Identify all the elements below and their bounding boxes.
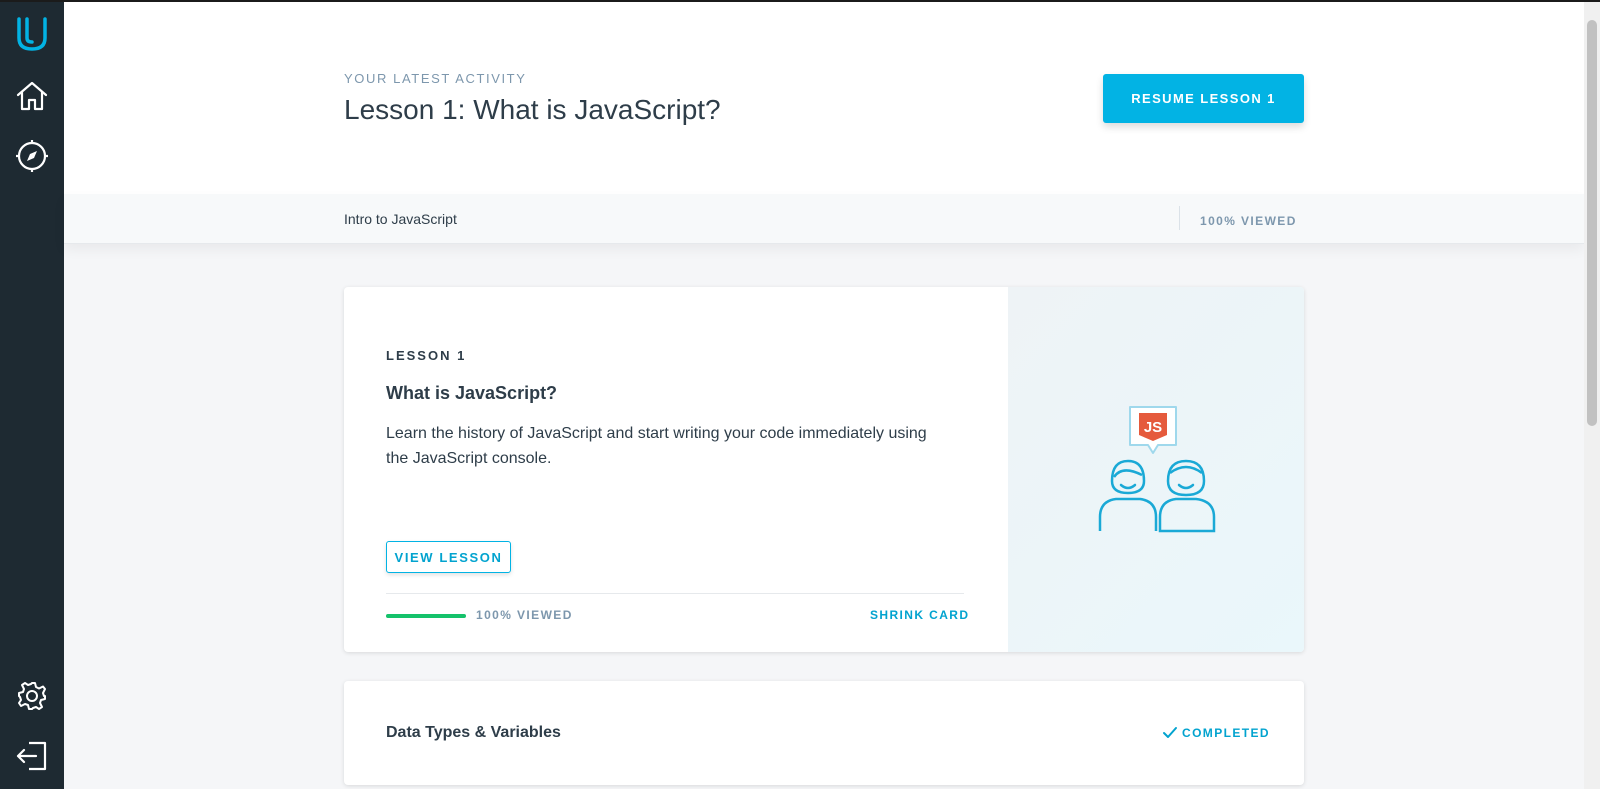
lesson-card-content: LESSON 1 What is JavaScript? Learn the h… (344, 287, 1008, 652)
lesson-number: LESSON 1 (386, 348, 467, 363)
scrollbar-thumb[interactable] (1587, 20, 1597, 426)
view-lesson-button[interactable]: VIEW LESSON (386, 541, 511, 573)
lesson-illustration-panel: JS (1008, 287, 1304, 652)
home-icon[interactable] (12, 76, 52, 116)
logout-icon[interactable] (12, 736, 52, 776)
latest-activity-header: YOUR LATEST ACTIVITY Lesson 1: What is J… (64, 2, 1584, 195)
lesson-card: LESSON 1 What is JavaScript? Learn the h… (344, 287, 1304, 652)
lesson-status-label: COMPLETED (1182, 726, 1270, 740)
lesson-card-collapsed[interactable]: Data Types & Variables COMPLETED (344, 681, 1304, 785)
lesson-progress-bar (386, 614, 466, 618)
resume-lesson-button[interactable]: RESUME LESSON 1 (1103, 74, 1304, 123)
scrollbar[interactable] (1584, 2, 1600, 789)
shrink-card-link[interactable]: SHRINK CARD (870, 608, 969, 622)
lesson-progress-label: 100% VIEWED (476, 608, 573, 622)
course-progress-label: 100% VIEWED (1200, 214, 1297, 228)
js-students-illustration: JS (1098, 406, 1216, 533)
app-window: YOUR LATEST ACTIVITY Lesson 1: What is J… (0, 0, 1600, 789)
lesson-progress-fill (386, 614, 466, 618)
svg-text:JS: JS (1144, 419, 1162, 436)
checkmark-icon (1163, 727, 1177, 738)
sidebar (0, 2, 64, 789)
page-title: Lesson 1: What is JavaScript? (344, 94, 721, 125)
course-title[interactable]: Intro to JavaScript (344, 211, 457, 227)
gear-icon[interactable] (12, 676, 52, 716)
course-subbar: Intro to JavaScript 100% VIEWED (64, 194, 1584, 244)
divider (1179, 206, 1180, 230)
lesson-title: Data Types & Variables (386, 724, 561, 741)
lesson-description: Learn the history of JavaScript and star… (386, 425, 927, 467)
lesson-title: What is JavaScript? (386, 383, 558, 403)
divider (386, 593, 964, 594)
latest-activity-eyebrow: YOUR LATEST ACTIVITY (344, 71, 527, 86)
udacity-logo-icon[interactable] (12, 14, 52, 54)
compass-icon[interactable] (12, 136, 52, 176)
lesson-status: COMPLETED (1162, 726, 1270, 740)
